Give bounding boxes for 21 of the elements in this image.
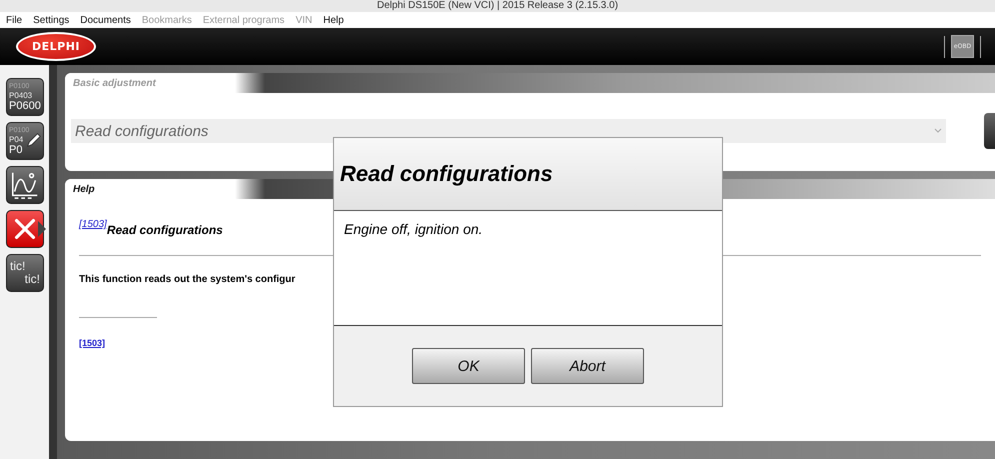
menu-item[interactable]: Help <box>323 14 344 26</box>
help-heading: Read configurations <box>106 223 223 237</box>
logo: DELPHI <box>16 32 96 61</box>
window-title: Delphi DS150E (New VCI) | 2015 Release 3 (2.15.3.0) <box>376 0 618 12</box>
help-text: This function reads out the system's configur <box>79 274 296 285</box>
side-button[interactable] <box>984 113 995 149</box>
menu-item[interactable]: File <box>6 14 22 26</box>
sidebar-button[interactable] <box>6 210 44 248</box>
dialog-title: Read configurations <box>340 161 553 187</box>
menu-item[interactable]: Settings <box>33 14 70 26</box>
pencil-icon <box>24 131 42 149</box>
sidebar-button[interactable]: tic! tic! <box>6 254 44 292</box>
ok-button[interactable]: OK <box>412 348 525 384</box>
dialog-message: Engine off, ignition on. <box>344 221 483 237</box>
abort-button[interactable]: Abort <box>531 348 644 384</box>
chevron-icon <box>934 128 942 134</box>
sidebar-button[interactable] <box>6 166 44 204</box>
footnote-link[interactable]: [1503] <box>79 338 106 348</box>
reference-link[interactable]: [1503] <box>79 219 107 230</box>
selection-pointer <box>38 221 46 237</box>
menu-item[interactable]: Documents <box>80 14 131 26</box>
